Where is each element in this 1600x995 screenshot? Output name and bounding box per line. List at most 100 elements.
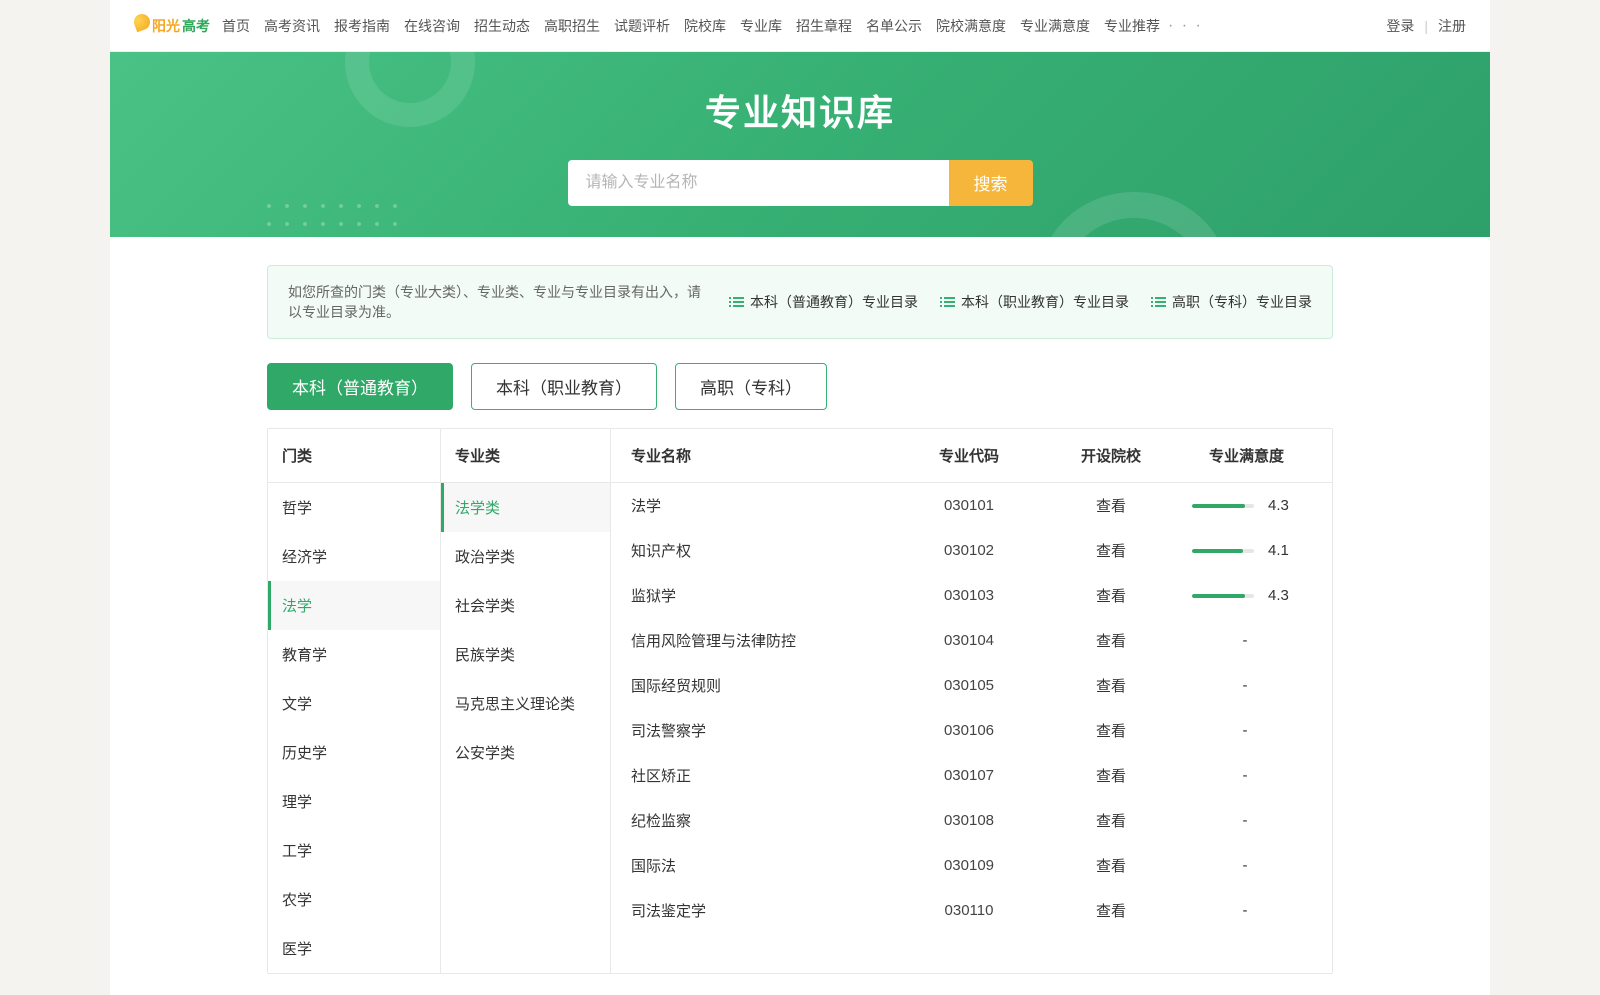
search-button[interactable]: 搜索 [949,160,1033,206]
major-name[interactable]: 纪检监察 [611,810,897,831]
notice-text: 如您所查的门类（专业大类）、专业类、专业与专业目录有出入，请以专业目录为准。 [288,282,707,322]
login-link[interactable]: 登录 [1386,16,1414,36]
search-input[interactable] [568,160,949,206]
hero-banner: 专业知识库 搜索 [110,52,1490,237]
major-name[interactable]: 国际经贸规则 [611,675,897,696]
catalog-link-0[interactable]: 本科（普通教育）专业目录 [733,292,918,312]
nav-item-5[interactable]: 高职招生 [544,16,600,36]
view-schools-link[interactable]: 查看 [1041,900,1181,921]
subclass-item[interactable]: 民族学类 [441,630,610,679]
score-value: 4.3 [1268,497,1298,514]
subclass-item[interactable]: 社会学类 [441,581,610,630]
hero-title: 专业知识库 [705,84,895,136]
major-name[interactable]: 知识产权 [611,540,897,561]
category-item[interactable]: 法学 [268,581,440,630]
major-row: 司法鉴定学030110查看- [611,888,1332,933]
major-name[interactable]: 信用风险管理与法律防控 [611,630,897,651]
catalog-link-label: 本科（职业教育）专业目录 [961,292,1129,312]
auth-separator: | [1424,18,1428,34]
major-code: 030109 [897,857,1041,874]
subclass-item[interactable]: 政治学类 [441,532,610,581]
catalog-link-2[interactable]: 高职（专科）专业目录 [1155,292,1312,312]
subclass-item[interactable]: 法学类 [441,483,610,532]
score-empty: - [1192,722,1298,739]
major-code: 030107 [897,767,1041,784]
major-row: 监狱学030103查看4.3 [611,573,1332,618]
score-bar [1192,549,1254,553]
category-item[interactable]: 医学 [268,924,440,973]
score-empty: - [1192,767,1298,784]
category-item[interactable]: 文学 [268,679,440,728]
level-tab-0[interactable]: 本科（普通教育） [267,363,453,410]
level-tab-1[interactable]: 本科（职业教育） [471,363,657,410]
search-wrap: 搜索 [568,160,1033,206]
major-row: 法学030101查看4.3 [611,483,1332,528]
nav-item-3[interactable]: 在线咨询 [404,16,460,36]
nav-item-2[interactable]: 报考指南 [334,16,390,36]
major-name[interactable]: 社区矫正 [611,765,897,786]
major-score: - [1181,857,1332,874]
score-empty: - [1192,812,1298,829]
major-name[interactable]: 法学 [611,495,897,516]
nav-item-13[interactable]: 专业推荐 [1104,16,1160,36]
view-schools-link[interactable]: 查看 [1041,855,1181,876]
logo-mark: 阳光 [134,16,180,36]
level-tab-2[interactable]: 高职（专科） [675,363,827,410]
nav-item-12[interactable]: 专业满意度 [1020,16,1090,36]
major-score: 4.3 [1181,497,1332,514]
category-item[interactable]: 工学 [268,826,440,875]
nav-item-4[interactable]: 招生动态 [474,16,530,36]
view-schools-link[interactable]: 查看 [1041,540,1181,561]
nav-item-0[interactable]: 首页 [222,16,250,36]
major-row: 司法警察学030106查看- [611,708,1332,753]
subclass-item[interactable]: 马克思主义理论类 [441,679,610,728]
logo-text: 高考 [182,16,210,36]
score-bar [1192,594,1254,598]
major-name[interactable]: 司法鉴定学 [611,900,897,921]
category-item[interactable]: 理学 [268,777,440,826]
major-row: 信用风险管理与法律防控030104查看- [611,618,1332,663]
auth-block: 登录 | 注册 [1386,16,1466,36]
category-item[interactable]: 历史学 [268,728,440,777]
score-empty: - [1192,677,1298,694]
major-score: 4.1 [1181,542,1332,559]
register-link[interactable]: 注册 [1438,16,1466,36]
score-bar [1192,504,1254,508]
major-name[interactable]: 国际法 [611,855,897,876]
nav-item-6[interactable]: 试题评析 [614,16,670,36]
category-item[interactable]: 教育学 [268,630,440,679]
category-item[interactable]: 哲学 [268,483,440,532]
nav-item-8[interactable]: 专业库 [740,16,782,36]
view-schools-link[interactable]: 查看 [1041,675,1181,696]
view-schools-link[interactable]: 查看 [1041,630,1181,651]
notice-bar: 如您所查的门类（专业大类）、专业类、专业与专业目录有出入，请以专业目录为准。 本… [267,265,1333,339]
nav-item-1[interactable]: 高考资讯 [264,16,320,36]
major-row: 国际法030109查看- [611,843,1332,888]
category-header: 门类 [268,429,440,483]
subclass-header: 专业类 [441,429,610,483]
view-schools-link[interactable]: 查看 [1041,720,1181,741]
majors-header-row: 专业名称 专业代码 开设院校 专业满意度 [611,429,1332,483]
major-name[interactable]: 监狱学 [611,585,897,606]
score-empty: - [1192,902,1298,919]
view-schools-link[interactable]: 查看 [1041,585,1181,606]
nav-item-10[interactable]: 名单公示 [866,16,922,36]
nav-item-9[interactable]: 招生章程 [796,16,852,36]
catalog-link-1[interactable]: 本科（职业教育）专业目录 [944,292,1129,312]
nav-item-7[interactable]: 院校库 [684,16,726,36]
list-icon [1155,297,1166,307]
header-school: 开设院校 [1041,429,1181,482]
site-logo[interactable]: 阳光 高考 [134,16,210,36]
subclass-item[interactable]: 公安学类 [441,728,610,777]
major-name[interactable]: 司法警察学 [611,720,897,741]
category-item[interactable]: 经济学 [268,532,440,581]
category-item[interactable]: 农学 [268,875,440,924]
view-schools-link[interactable]: 查看 [1041,765,1181,786]
content: 如您所查的门类（专业大类）、专业类、专业与专业目录有出入，请以专业目录为准。 本… [267,237,1333,974]
nav-more-icon[interactable]: · · · [1168,17,1203,35]
view-schools-link[interactable]: 查看 [1041,495,1181,516]
view-schools-link[interactable]: 查看 [1041,810,1181,831]
subclass-column: 专业类 法学类政治学类社会学类民族学类马克思主义理论类公安学类 [441,429,611,973]
nav-item-11[interactable]: 院校满意度 [936,16,1006,36]
list-icon [733,297,744,307]
